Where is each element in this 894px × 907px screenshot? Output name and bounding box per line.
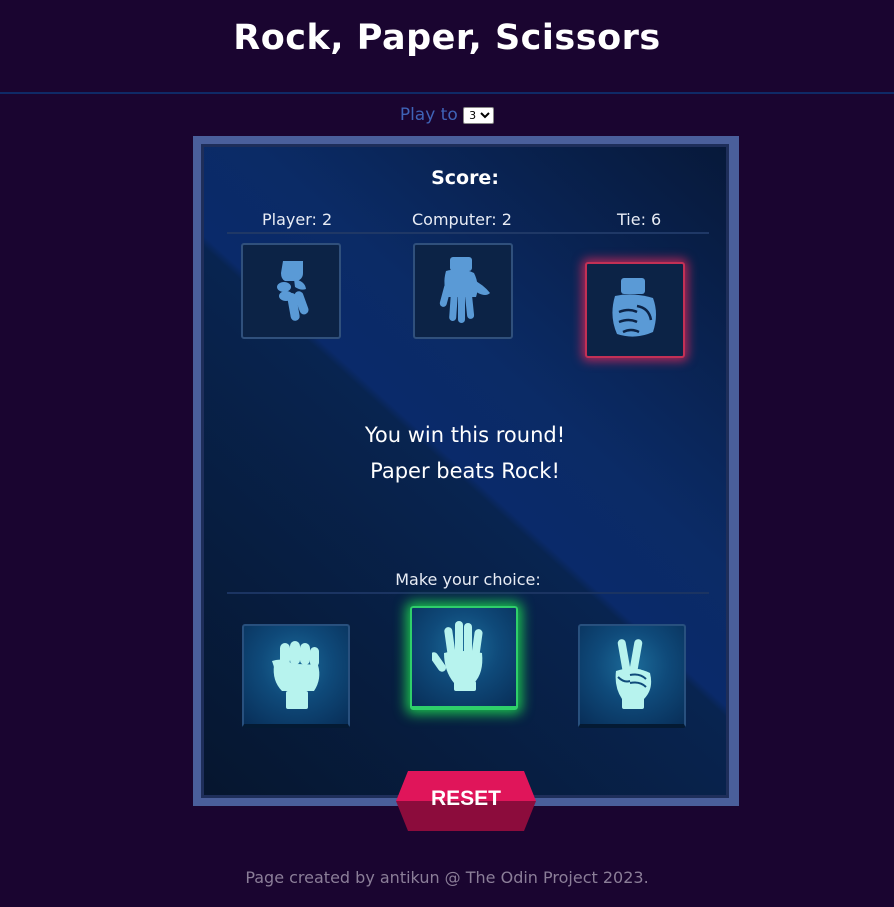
tie-score: Tie: 6: [617, 210, 662, 229]
play-to-label: Play to: [399, 105, 458, 125]
reset-label: RESET: [430, 787, 501, 810]
score-row: Player: 2 Computer: 2 Tie: 6: [227, 210, 709, 234]
peace-hand-icon: [615, 639, 652, 709]
player-score: Player: 2: [262, 210, 333, 229]
round-result-line-1: You win this round!: [364, 423, 566, 447]
header: Rock, Paper, Scissors: [0, 0, 894, 94]
highlighted-pick-tile: [585, 262, 685, 358]
paper-button[interactable]: [410, 606, 518, 710]
game-board: Score: Player: 2 Computer: 2 Tie: 6 You …: [201, 144, 729, 798]
play-to-control: Play to 3: [0, 105, 894, 125]
reset-button[interactable]: RESET: [396, 771, 536, 831]
rock-button[interactable]: [242, 624, 350, 728]
score-title: Score:: [431, 167, 499, 189]
scissors-hand-icon: [277, 261, 309, 321]
open-hand-icon: [432, 621, 483, 691]
computer-pick-tile: [413, 243, 513, 339]
fist-icon: [272, 641, 320, 709]
play-to-select[interactable]: 3: [463, 106, 495, 124]
scissors-button[interactable]: [578, 624, 686, 728]
game-board-frame: Score: Player: 2 Computer: 2 Tie: 6 You …: [193, 136, 739, 806]
player-pick-tile: [241, 243, 341, 339]
paper-hand-icon: [439, 257, 490, 323]
round-result-line-2: Paper beats Rock!: [370, 459, 560, 483]
make-choice-prompt: Make your choice:: [227, 570, 709, 594]
round-result: You win this round! Paper beats Rock!: [204, 417, 726, 489]
footer-credit: Page created by antikun @ The Odin Proje…: [245, 868, 649, 887]
rock-hand-icon: [612, 278, 656, 337]
page-title: Rock, Paper, Scissors: [233, 18, 661, 58]
computer-score: Computer: 2: [412, 210, 512, 229]
